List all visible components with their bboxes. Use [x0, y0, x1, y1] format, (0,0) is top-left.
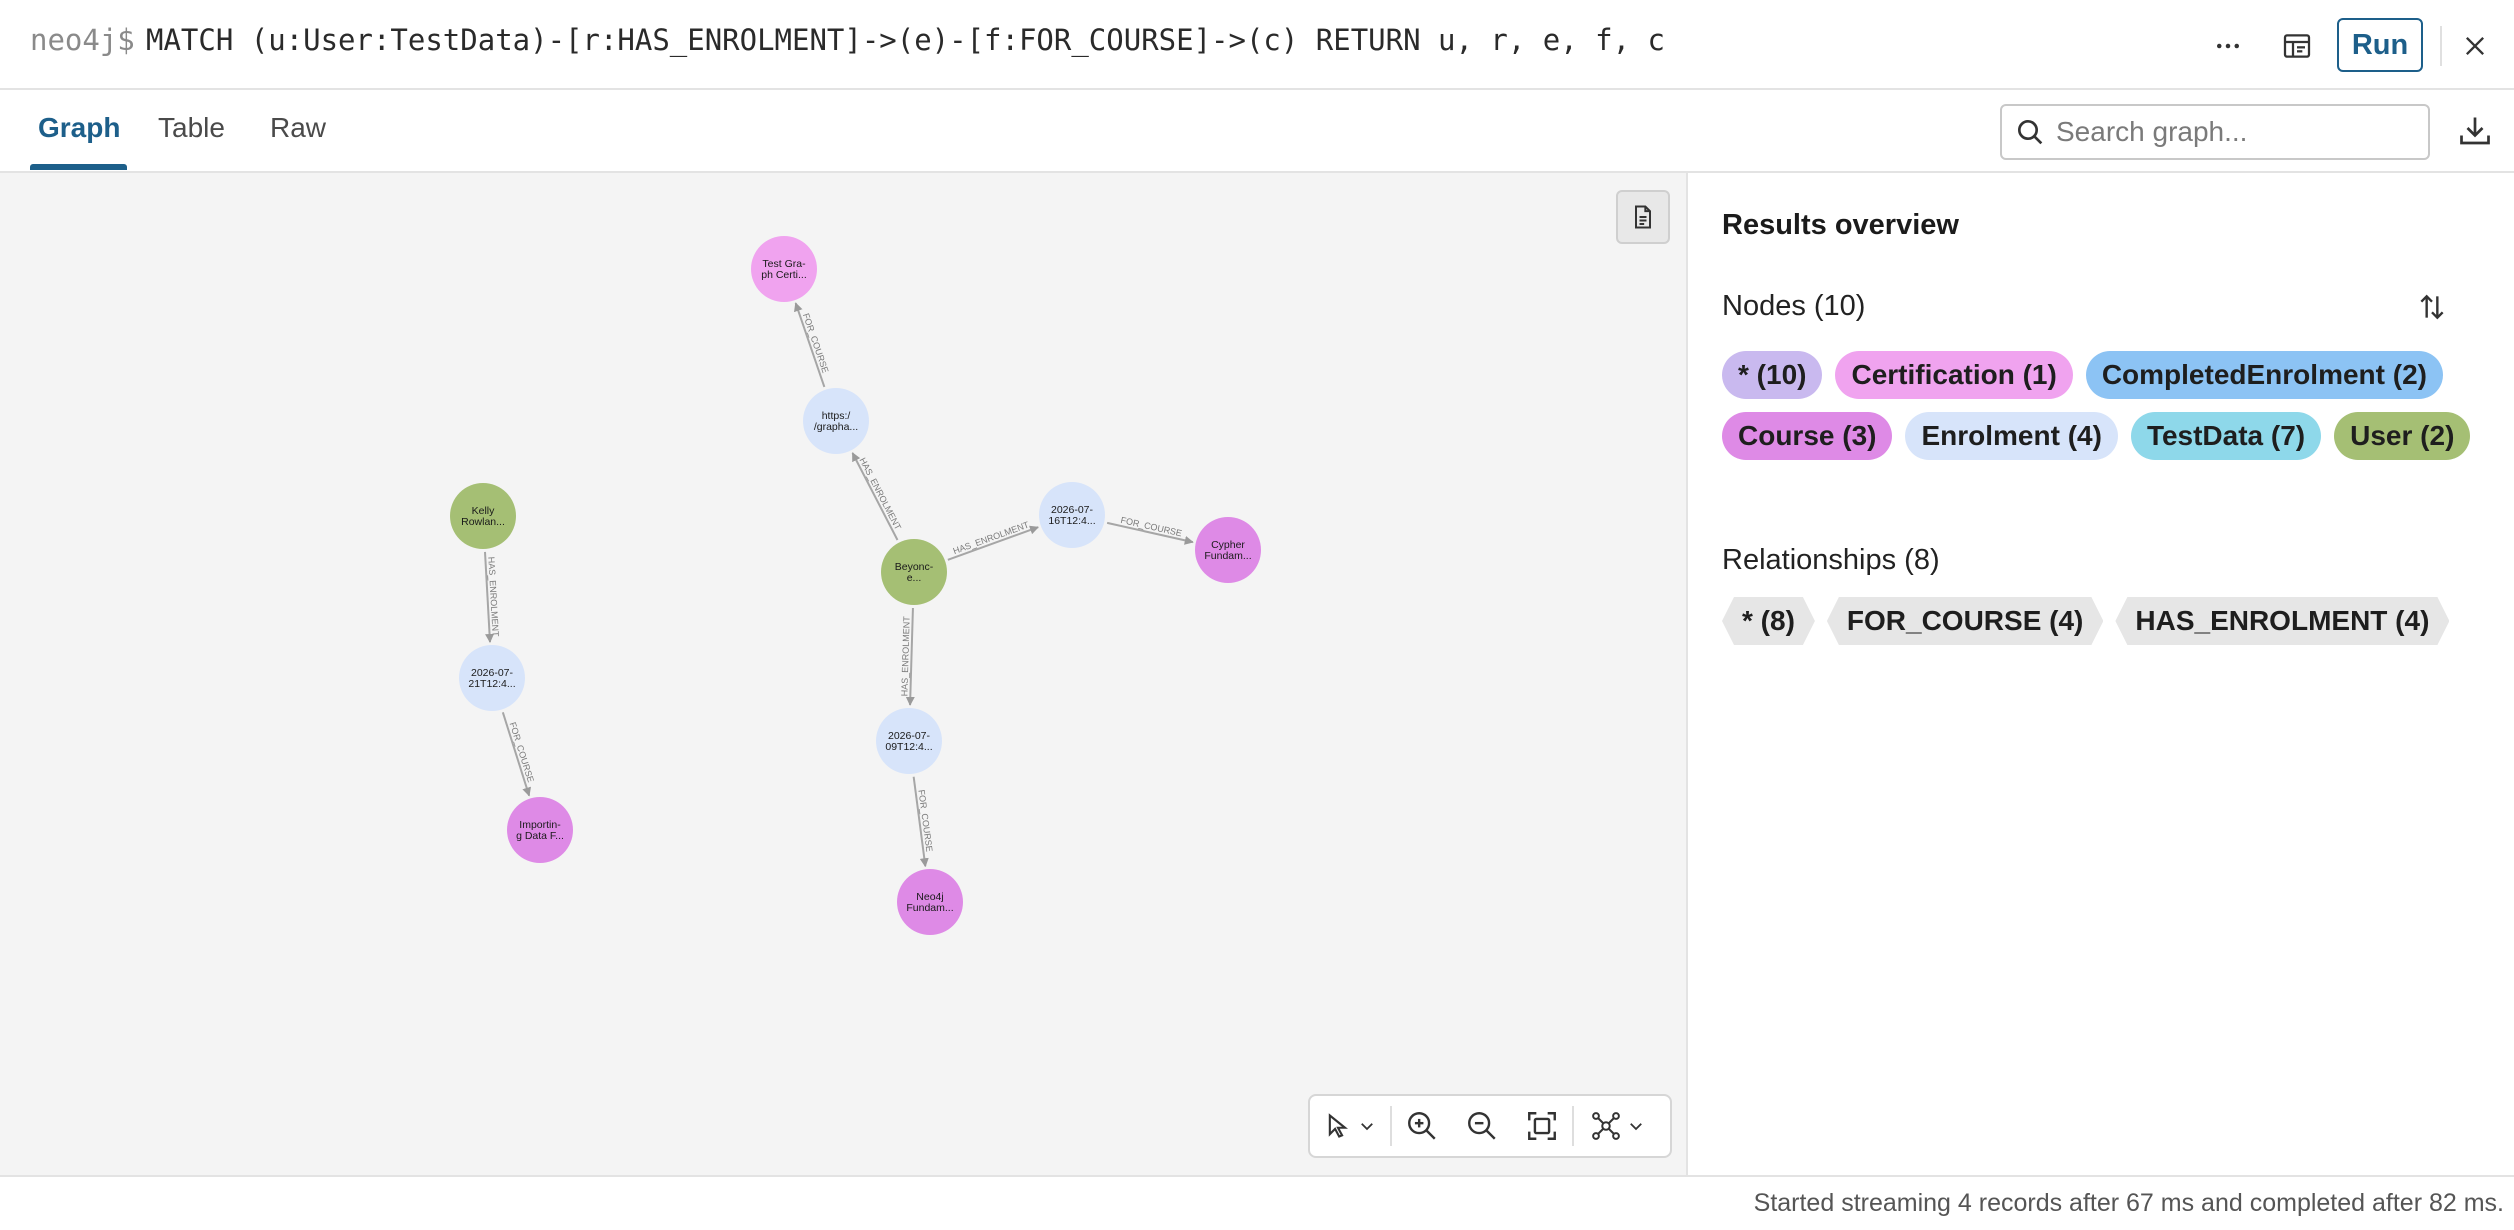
node-label-chip[interactable]: User (2): [2334, 412, 2471, 460]
graph-node[interactable]: 2026-07-09T12:4...: [876, 708, 942, 774]
search-graph-input[interactable]: [2054, 115, 2418, 149]
relationship-label: HAS_ENROLMENT: [858, 456, 904, 532]
node-caption: Fundam...: [1204, 550, 1251, 562]
relationships-header: Relationships (8): [1722, 544, 1940, 576]
graph-node[interactable]: KellyRowlan...: [450, 483, 516, 549]
run-button[interactable]: Run: [2337, 18, 2423, 72]
relationship-type-chip[interactable]: HAS_ENROLMENT (4): [2115, 597, 2449, 645]
node-label-chips: * (10) Certification (1) CompletedEnrolm…: [1722, 351, 2482, 460]
relationship-type-chip[interactable]: FOR_COURSE (4): [1827, 597, 2103, 645]
node-caption: g Data F...: [516, 830, 564, 842]
relationship-label: FOR_COURSE: [801, 312, 831, 374]
zoom-in-icon[interactable]: [1392, 1096, 1452, 1156]
results-overview-panel: Results overview Nodes (10) * (10) Certi…: [1688, 173, 2514, 1175]
sort-icon[interactable]: [2410, 285, 2454, 329]
download-icon[interactable]: [2452, 108, 2498, 154]
graph-layout-icon[interactable]: [1574, 1096, 1662, 1156]
results-overview-title: Results overview: [1722, 209, 1959, 241]
graph-node[interactable]: CypherFundam...: [1195, 517, 1261, 583]
relationship-line[interactable]: [851, 452, 899, 541]
node-caption: 09T12:4...: [885, 741, 932, 753]
search-graph-box[interactable]: [2000, 104, 2430, 160]
result-view-tabs: Graph Table Raw: [0, 90, 2514, 173]
node-caption: /grapha...: [814, 421, 858, 433]
legend-toggle-button[interactable]: [1616, 190, 1670, 244]
node-label-chip[interactable]: CompletedEnrolment (2): [2085, 351, 2443, 399]
relationship-label: FOR_COURSE: [1120, 515, 1183, 538]
graph-node[interactable]: 2026-07-16T12:4...: [1039, 482, 1105, 548]
node-label-chip[interactable]: TestData (7): [2130, 412, 2322, 460]
relationship-edge[interactable]: HAS_ENROLMENT: [947, 519, 1039, 561]
graph-node[interactable]: https://grapha...: [803, 388, 869, 454]
tab-raw[interactable]: Raw: [270, 112, 326, 144]
close-icon[interactable]: [2455, 26, 2495, 66]
nodes-header: Nodes (10): [1722, 290, 1866, 322]
tab-table[interactable]: Table: [158, 112, 225, 144]
relationship-edge[interactable]: FOR_COURSE: [501, 712, 536, 797]
graph-node[interactable]: Neo4jFundam...: [897, 869, 963, 935]
node-caption: 21T12:4...: [468, 678, 515, 690]
graph-toolbar: [1308, 1094, 1672, 1158]
relationship-type-chip[interactable]: * (8): [1722, 597, 1815, 645]
relationship-edge[interactable]: HAS_ENROLMENT: [851, 452, 904, 541]
relationship-type-chips: * (8) FOR_COURSE (4) HAS_ENROLMENT (4): [1722, 597, 2482, 645]
graph-canvas[interactable]: FOR_COURSE HAS_ENROLMENT HAS_ENROLMENT FOR_…: [0, 173, 1688, 1175]
fit-to-screen-icon[interactable]: [1512, 1096, 1572, 1156]
save-favorite-icon[interactable]: [2277, 26, 2317, 66]
status-message: Started streaming 4 records after 67 ms …: [1753, 1189, 2504, 1217]
node-caption: ph Certi...: [761, 269, 807, 281]
relationship-label: HAS_ENROLMENT: [952, 519, 1031, 556]
relationship-edge[interactable]: HAS_ENROLMENT: [899, 607, 915, 706]
relationship-edge[interactable]: HAS_ENROLMENT: [483, 551, 501, 643]
pointer-select-icon[interactable]: [1310, 1096, 1390, 1156]
active-tab-indicator: [30, 164, 127, 170]
document-icon: [1635, 205, 1651, 229]
node-caption: 16T12:4...: [1048, 515, 1095, 527]
chevron-down-icon: [1630, 1123, 1642, 1131]
graph-node[interactable]: 2026-07-21T12:4...: [459, 645, 525, 711]
node-caption: Rowlan...: [461, 516, 505, 528]
node-caption: Fundam...: [906, 902, 953, 914]
graph-node[interactable]: Importin-g Data F...: [507, 797, 573, 863]
node-label-chip[interactable]: Enrolment (4): [1905, 412, 2118, 460]
graph-node[interactable]: Beyonc-e...: [881, 539, 947, 605]
zoom-out-icon[interactable]: [1452, 1096, 1512, 1156]
chevron-down-icon: [1361, 1123, 1373, 1131]
status-bar: Started streaming 4 records after 67 ms …: [0, 1175, 2514, 1230]
graph-node[interactable]: Test Gra-ph Certi...: [751, 236, 817, 302]
relationship-edge[interactable]: FOR_COURSE: [794, 302, 831, 388]
tab-graph[interactable]: Graph: [38, 112, 120, 144]
query-bar: neo4j$ MATCH (u:User:TestData)-[r:HAS_EN…: [0, 0, 2514, 90]
node-label-chip[interactable]: * (10): [1722, 351, 1823, 399]
query-prompt: neo4j$: [30, 23, 135, 57]
node-caption: e...: [907, 572, 922, 584]
divider: [2440, 26, 2442, 66]
node-label-chip[interactable]: Certification (1): [1835, 351, 2073, 399]
relationship-edge[interactable]: FOR_COURSE: [1106, 515, 1194, 545]
search-icon: [2018, 120, 2043, 145]
query-editor[interactable]: MATCH (u:User:TestData)-[r:HAS_ENROLMENT…: [146, 23, 1665, 57]
graph-visualization[interactable]: FOR_COURSE HAS_ENROLMENT HAS_ENROLMENT FOR_…: [0, 173, 1686, 1175]
more-horizontal-icon[interactable]: [2208, 26, 2248, 66]
relationship-edge[interactable]: FOR_COURSE: [912, 776, 935, 868]
node-label-chip[interactable]: Course (3): [1722, 412, 1893, 460]
